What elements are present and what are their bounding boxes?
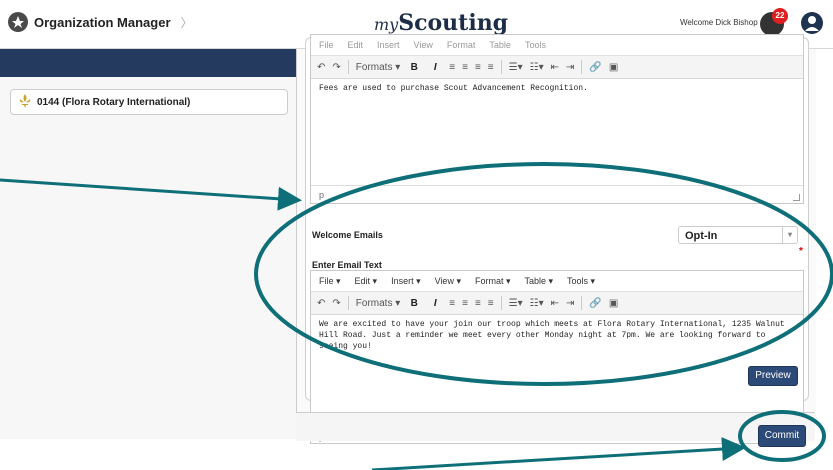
fees-editor-statusbar: p: [311, 185, 803, 204]
unit-item-0144[interactable]: 0144 (Flora Rotary International): [10, 89, 288, 115]
menu-insert[interactable]: Insert ▾: [391, 276, 421, 287]
bullet-list-icon[interactable]: ☰▾: [509, 298, 523, 309]
form-card: File Edit Insert View Format Table Tools…: [305, 34, 809, 444]
link-icon[interactable]: 🔗: [589, 298, 601, 309]
resize-grip-icon[interactable]: [793, 194, 800, 201]
image-icon[interactable]: ▣: [609, 62, 618, 73]
fees-editor-toolbar: ↶ ↷ Formats ▾ B I ≡ ≡ ≡ ≡ ☰▾ ☷▾ ⇤ ⇥ 🔗 ▣: [311, 56, 803, 79]
menu-view[interactable]: View: [414, 40, 433, 50]
menu-edit[interactable]: Edit ▾: [355, 276, 378, 287]
menu-tools[interactable]: Tools: [525, 40, 546, 50]
sidebar-header-band: [0, 49, 296, 77]
outdent-icon[interactable]: ⇤: [551, 62, 559, 73]
numbered-list-icon[interactable]: ☷▾: [530, 298, 544, 309]
menu-table[interactable]: Table: [489, 40, 511, 50]
outdent-icon[interactable]: ⇤: [551, 298, 559, 309]
align-left-icon[interactable]: ≡: [449, 298, 455, 309]
main-content: File Edit Insert View Format Table Tools…: [296, 34, 816, 444]
bullet-list-icon[interactable]: ☰▾: [509, 62, 523, 73]
org-manager-nav[interactable]: Organization Manager 〉: [8, 12, 193, 32]
fees-editor-menubar: File Edit Insert View Format Table Tools: [311, 35, 803, 56]
welcome-emails-select[interactable]: Opt-In ▾: [678, 226, 798, 244]
scout-emblem-icon: [8, 12, 28, 32]
email-editor-body[interactable]: We are excited to have your join our tro…: [311, 315, 803, 427]
menu-format[interactable]: Format ▾: [475, 276, 511, 287]
logo-scouting: Scouting: [398, 10, 509, 36]
redo-icon[interactable]: ↷: [332, 62, 340, 73]
menu-format[interactable]: Format: [447, 40, 476, 50]
fleur-de-lis-icon: [17, 93, 33, 112]
indent-icon[interactable]: ⇥: [566, 298, 574, 309]
preview-button[interactable]: Preview: [748, 366, 798, 386]
italic-button[interactable]: I: [428, 60, 442, 74]
indent-icon[interactable]: ⇥: [566, 62, 574, 73]
welcome-emails-label: Welcome Emails: [312, 230, 383, 240]
align-center-icon[interactable]: ≡: [462, 62, 468, 73]
menu-edit[interactable]: Edit: [348, 40, 364, 50]
footer-bar: [296, 412, 815, 441]
welcome-text: Welcome Dick Bishop: [680, 18, 758, 27]
menu-view[interactable]: View ▾: [435, 276, 461, 287]
image-icon[interactable]: ▣: [609, 298, 618, 309]
link-icon[interactable]: 🔗: [589, 62, 601, 73]
user-menu-icon[interactable]: [801, 12, 823, 34]
fees-editor-body[interactable]: Fees are used to purchase Scout Advancem…: [311, 79, 803, 185]
commit-button[interactable]: Commit: [758, 425, 806, 447]
align-right-icon[interactable]: ≡: [475, 298, 481, 309]
menu-insert[interactable]: Insert: [377, 40, 400, 50]
email-editor-toolbar: ↶ ↷ Formats ▾ B I ≡ ≡ ≡ ≡ ☰▾ ☷▾ ⇤ ⇥ 🔗 ▣: [311, 292, 803, 315]
numbered-list-icon[interactable]: ☷▾: [530, 62, 544, 73]
email-editor-menubar: File ▾ Edit ▾ Insert ▾ View ▾ Format ▾ T…: [311, 271, 803, 292]
formats-dropdown[interactable]: Formats ▾: [356, 298, 400, 309]
align-right-icon[interactable]: ≡: [475, 62, 481, 73]
formats-dropdown[interactable]: Formats ▾: [356, 62, 400, 73]
unit-label: 0144 (Flora Rotary International): [37, 96, 191, 108]
chevron-right-icon: 〉: [180, 15, 193, 30]
notification-badge[interactable]: 22: [772, 8, 788, 24]
fees-editor: File Edit Insert View Format Table Tools…: [310, 34, 804, 204]
align-center-icon[interactable]: ≡: [462, 298, 468, 309]
status-path: p: [319, 190, 325, 200]
redo-icon[interactable]: ↷: [332, 298, 340, 309]
italic-button[interactable]: I: [428, 296, 442, 310]
undo-icon[interactable]: ↶: [317, 62, 325, 73]
chevron-down-icon: ▾: [782, 227, 797, 243]
menu-file[interactable]: File ▾: [319, 276, 341, 287]
required-marker: *: [799, 246, 803, 257]
align-justify-icon[interactable]: ≡: [488, 298, 494, 309]
org-manager-title: Organization Manager: [34, 14, 171, 30]
my-scouting-logo: myScouting: [374, 10, 508, 36]
menu-table[interactable]: Table ▾: [525, 276, 554, 287]
menu-file[interactable]: File: [319, 40, 334, 50]
bold-button[interactable]: B: [407, 60, 421, 74]
align-left-icon[interactable]: ≡: [449, 62, 455, 73]
logo-my: my: [374, 15, 399, 34]
undo-icon[interactable]: ↶: [317, 298, 325, 309]
bold-button[interactable]: B: [407, 296, 421, 310]
arrow-to-commit: [371, 437, 746, 470]
menu-tools[interactable]: Tools ▾: [567, 276, 595, 287]
sidebar: 0144 (Flora Rotary International): [0, 49, 296, 439]
welcome-emails-value: Opt-In: [685, 230, 718, 242]
email-text-label: Enter Email Text: [312, 260, 382, 270]
align-justify-icon[interactable]: ≡: [488, 62, 494, 73]
